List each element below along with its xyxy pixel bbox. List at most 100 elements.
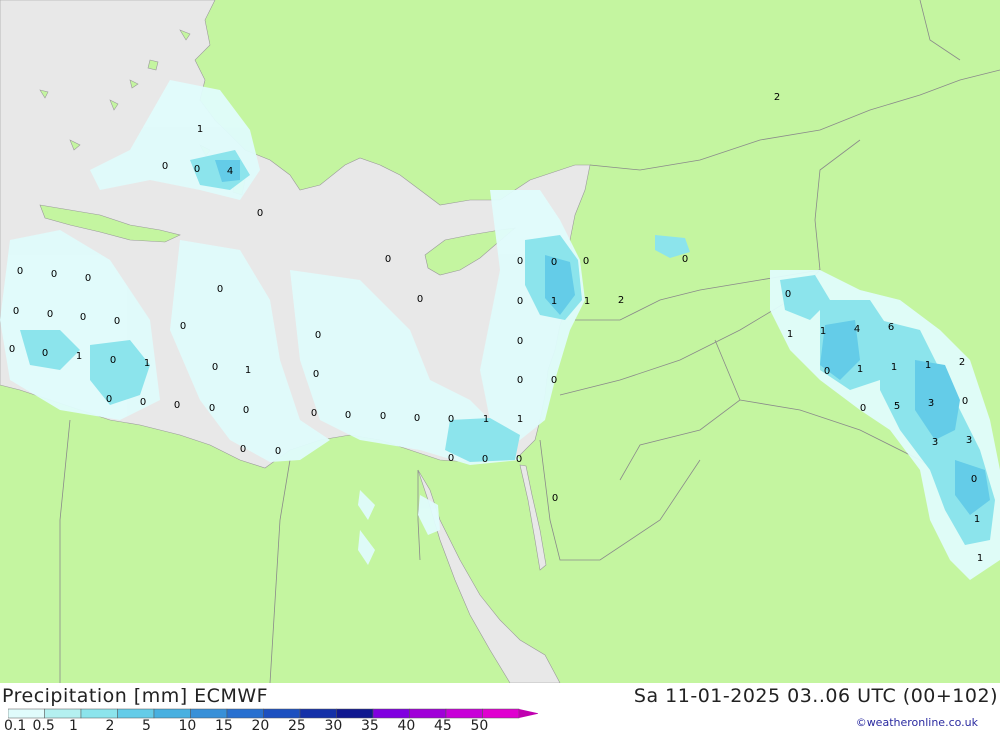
precip-value: 1	[76, 351, 82, 362]
precip-value: 1	[551, 296, 557, 307]
precip-value: 1	[483, 414, 489, 425]
scale-label: 1	[69, 718, 78, 734]
precip-value: 0	[552, 493, 558, 504]
scale-label: 50	[470, 718, 489, 734]
precip-value: 0	[345, 410, 351, 421]
precip-value: 0	[80, 312, 86, 323]
scale-swatch	[299, 708, 337, 719]
scale-swatch	[372, 708, 410, 719]
scale-label: 20	[251, 718, 270, 734]
precip-value: 0	[194, 164, 200, 175]
precip-value: 0	[313, 369, 319, 380]
scale-label: 10	[178, 718, 197, 734]
precip-value: 0	[517, 336, 523, 347]
precip-value: 1	[144, 358, 150, 369]
precip-value: 0	[517, 256, 523, 267]
precip-value: 0	[106, 394, 112, 405]
precip-value: 0	[417, 294, 423, 305]
precip-value: 0	[482, 454, 488, 465]
map-title: Precipitation [mm] ECMWF	[2, 685, 269, 707]
precip-value: 2	[774, 92, 780, 103]
precip-value: 3	[966, 435, 972, 446]
scale-swatch	[190, 708, 228, 719]
precip-value: 1	[820, 326, 826, 337]
precip-value: 3	[932, 437, 938, 448]
precip-value: 1	[977, 553, 983, 564]
scale-swatch	[8, 708, 45, 719]
precip-value: 0	[551, 375, 557, 386]
precip-value: 1	[787, 329, 793, 340]
precip-value: 0	[240, 444, 246, 455]
scale-label: 30	[324, 718, 343, 734]
scale-label: 15	[215, 718, 233, 734]
precip-value: 0	[275, 446, 281, 457]
precip-value: 0	[114, 316, 120, 327]
precip-value: 0	[110, 355, 116, 366]
valid-time: Sa 11-01-2025 03..06 UTC (00+102)	[633, 685, 998, 707]
scale-swatch	[153, 708, 191, 719]
scale-swatch	[44, 708, 82, 719]
precip-value: 0	[583, 256, 589, 267]
precip-value: 1	[974, 514, 980, 525]
scale-swatch	[226, 708, 264, 719]
precip-value: 0	[971, 474, 977, 485]
precip-value: 1	[197, 124, 203, 135]
scale-label: 45	[434, 718, 452, 734]
precip-value: 0	[140, 397, 146, 408]
precip-value: 0	[380, 411, 386, 422]
precip-value: 1	[857, 364, 863, 375]
scale-label: 40	[397, 718, 416, 734]
scale-swatch	[445, 708, 483, 719]
precip-value: 5	[894, 401, 900, 412]
precip-value: 0	[174, 400, 180, 411]
map-footer: Precipitation [mm] ECMWF Sa 11-01-2025 0…	[0, 683, 1000, 734]
precip-value: 0	[209, 403, 215, 414]
scale-arrow	[519, 709, 538, 718]
precip-value: 0	[9, 344, 15, 355]
precip-value: 0	[13, 306, 19, 317]
precip-value: 4	[227, 166, 233, 177]
precip-value: 0	[785, 289, 791, 300]
precip-value: 0	[85, 273, 91, 284]
precip-value: 0	[516, 454, 522, 465]
scale-swatch	[336, 708, 374, 719]
precip-value: 0	[212, 362, 218, 373]
precip-value: 0	[217, 284, 223, 295]
precipitation-map: 1 0 0 4 0 0 0 0 0 0 0 0 0 0 0 0 0 0 0 1 0 1 0 1 0 0 0 0 0 0 0 0 0 0 0 1 1 0 0 0…	[0, 0, 1000, 683]
precip-value: 0	[257, 208, 263, 219]
scale-swatch	[482, 708, 520, 719]
precip-value: 0	[243, 405, 249, 416]
scale-label: 35	[361, 718, 379, 734]
precip-value: 0	[517, 375, 523, 386]
precip-value: 2	[618, 295, 624, 306]
scale-swatch	[80, 708, 118, 719]
precip-value: 0	[962, 396, 968, 407]
scale-label: 0.5	[32, 718, 55, 734]
precip-value: 0	[162, 161, 168, 172]
precip-value: 0	[180, 321, 186, 332]
precip-value: 0	[517, 296, 523, 307]
precip-value: 0	[385, 254, 391, 265]
precip-value: 0	[551, 257, 557, 268]
precip-value: 0	[51, 269, 57, 280]
color-scale	[8, 708, 538, 719]
precip-value: 0	[311, 408, 317, 419]
scale-swatch	[117, 708, 155, 719]
credit: ©weatheronline.co.uk	[855, 716, 978, 729]
precip-value: 1	[891, 362, 897, 373]
scale-label: 25	[288, 718, 306, 734]
precip-value: 2	[959, 357, 965, 368]
scale-swatch	[263, 708, 301, 719]
precip-value: 0	[17, 266, 23, 277]
precip-value: 0	[315, 330, 321, 341]
precip-value: 0	[448, 453, 454, 464]
precip-value: 0	[42, 348, 48, 359]
precip-value: 6	[888, 322, 894, 333]
scale-label: 5	[142, 718, 151, 734]
scale-swatch	[409, 708, 447, 719]
precip-value: 0	[448, 414, 454, 425]
precip-value: 0	[47, 309, 53, 320]
precip-value: 0	[682, 254, 688, 265]
precip-value: 0	[860, 403, 866, 414]
precip-value: 1	[245, 365, 251, 376]
